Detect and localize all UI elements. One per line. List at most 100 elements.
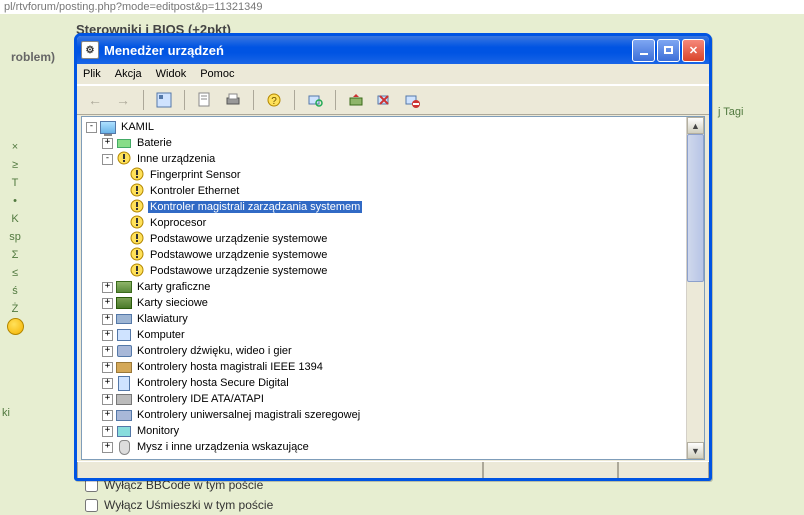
nav-forward-button[interactable]: →: [111, 88, 135, 112]
expand-toggle[interactable]: +: [102, 442, 113, 453]
tree-item[interactable]: + Baterie: [82, 135, 687, 151]
expand-toggle[interactable]: +: [102, 330, 113, 341]
expand-toggle[interactable]: +: [102, 378, 113, 389]
tree-root[interactable]: - KAMIL: [82, 119, 687, 135]
titlebar[interactable]: ⚙ Menedżer urządzeń: [77, 36, 709, 64]
tree-item-label[interactable]: Kontrolery hosta magistrali IEEE 1394: [135, 361, 325, 373]
tree-item[interactable]: Podstawowe urządzenie systemowe: [82, 231, 687, 247]
tree-item[interactable]: Fingerprint Sensor: [82, 167, 687, 183]
scroll-up-button[interactable]: ▲: [687, 117, 704, 134]
print-button[interactable]: [221, 88, 245, 112]
side-tag-link[interactable]: j Tagi: [718, 106, 743, 118]
tree-item[interactable]: + Kontrolery hosta Secure Digital: [82, 375, 687, 391]
uninstall-button[interactable]: [372, 88, 396, 112]
symbol-button[interactable]: [6, 318, 24, 336]
tree-item-label[interactable]: Fingerprint Sensor: [148, 169, 243, 181]
symbol-button[interactable]: ≥: [6, 156, 24, 174]
expand-toggle[interactable]: +: [102, 314, 113, 325]
symbol-button[interactable]: Σ: [6, 246, 24, 264]
tree-item[interactable]: Kontroler magistrali zarządzania systeme…: [82, 199, 687, 215]
nav-back-button[interactable]: ←: [83, 88, 107, 112]
device-manager-window: ⚙ Menedżer urządzeń PlikAkcjaWidokPomoc …: [74, 33, 712, 481]
tree-item[interactable]: + Kontrolery uniwersalnej magistrali szer…: [82, 407, 687, 423]
tree-item-label[interactable]: Karty sieciowe: [135, 297, 210, 309]
expand-toggle[interactable]: +: [102, 298, 113, 309]
update-driver-button[interactable]: [344, 88, 368, 112]
tree-item[interactable]: + Klawiatury: [82, 311, 687, 327]
tree-item-label[interactable]: Kontrolery uniwersalnej magistrali szere…: [135, 409, 362, 421]
symbol-button[interactable]: ×: [6, 138, 24, 156]
tree-item-label[interactable]: Monitory: [135, 425, 181, 437]
tree-item[interactable]: + Kontrolery hosta magistrali IEEE 1394: [82, 359, 687, 375]
tree-item[interactable]: Kontroler Ethernet: [82, 183, 687, 199]
symbol-button[interactable]: T: [6, 174, 24, 192]
menu-pomoc[interactable]: Pomoc: [200, 68, 234, 80]
minimize-button[interactable]: [632, 39, 655, 62]
scroll-down-button[interactable]: ▼: [687, 442, 704, 459]
symbol-button[interactable]: ś: [6, 282, 24, 300]
tree-item[interactable]: + Mysz i inne urządzenia wskazujące: [82, 439, 687, 455]
disable-button[interactable]: [400, 88, 424, 112]
properties-button[interactable]: [193, 88, 217, 112]
arrow-left-icon: ←: [88, 92, 102, 108]
disable-smilies-checkbox[interactable]: [85, 499, 98, 512]
expand-toggle[interactable]: +: [102, 362, 113, 373]
view-button[interactable]: [152, 88, 176, 112]
expand-toggle[interactable]: +: [102, 282, 113, 293]
tree-item-label[interactable]: Kontrolery dźwięku, wideo i gier: [135, 345, 294, 357]
maximize-button[interactable]: [657, 39, 680, 62]
tree-item-label[interactable]: Baterie: [135, 137, 174, 149]
tree-item[interactable]: + Karty sieciowe: [82, 295, 687, 311]
net-icon: [116, 295, 132, 311]
expand-toggle[interactable]: -: [102, 154, 113, 165]
tree-item-label[interactable]: Kontrolery IDE ATA/ATAPI: [135, 393, 266, 405]
tree-root-label[interactable]: KAMIL: [119, 121, 156, 133]
smiley-icon[interactable]: [7, 318, 24, 335]
expand-toggle[interactable]: +: [102, 346, 113, 357]
svg-text:?: ?: [271, 96, 277, 107]
symbol-button[interactable]: ≤: [6, 264, 24, 282]
tree-item-label[interactable]: Mysz i inne urządzenia wskazujące: [135, 441, 311, 453]
vertical-scrollbar[interactable]: ▲ ▼: [686, 117, 704, 459]
tree-item[interactable]: + Kontrolery IDE ATA/ATAPI: [82, 391, 687, 407]
help-button[interactable]: ?: [262, 88, 286, 112]
symbol-palette: ×≥T•KspΣ≤śŻ: [6, 138, 24, 336]
tree-item[interactable]: - Inne urządzenia: [82, 151, 687, 167]
tree-item[interactable]: Podstawowe urządzenie systemowe: [82, 263, 687, 279]
expand-toggle[interactable]: +: [102, 138, 113, 149]
tree-item-label[interactable]: Podstawowe urządzenie systemowe: [148, 249, 329, 261]
tree-item-label[interactable]: Podstawowe urządzenie systemowe: [148, 233, 329, 245]
menu-widok[interactable]: Widok: [156, 68, 187, 80]
tree-item[interactable]: Koprocesor: [82, 215, 687, 231]
tree-item-label[interactable]: Klawiatury: [135, 313, 190, 325]
symbol-button[interactable]: sp: [6, 228, 24, 246]
expand-toggle[interactable]: -: [86, 122, 97, 133]
expand-toggle[interactable]: +: [102, 426, 113, 437]
symbol-button[interactable]: Ż: [6, 300, 24, 318]
tree-item-label[interactable]: Podstawowe urządzenie systemowe: [148, 265, 329, 277]
symbol-button[interactable]: K: [6, 210, 24, 228]
symbol-button[interactable]: •: [6, 192, 24, 210]
menu-akcja[interactable]: Akcja: [115, 68, 142, 80]
tree-item[interactable]: + Karty graficzne: [82, 279, 687, 295]
device-tree[interactable]: - KAMIL + Baterie - Inne urządzenia Fingerprin…: [82, 117, 687, 459]
tree-item[interactable]: + Kontrolery dźwięku, wideo i gier: [82, 343, 687, 359]
close-button[interactable]: [682, 39, 705, 62]
tree-item-label[interactable]: Koprocesor: [148, 217, 208, 229]
tree-item[interactable]: + Monitory: [82, 423, 687, 439]
tree-item[interactable]: + Komputer: [82, 327, 687, 343]
scroll-thumb[interactable]: [687, 134, 704, 282]
tree-item-label[interactable]: Komputer: [135, 329, 187, 341]
scan-hardware-button[interactable]: [303, 88, 327, 112]
expand-toggle[interactable]: +: [102, 394, 113, 405]
toolbar-separator: [253, 90, 254, 110]
menu-plik[interactable]: Plik: [83, 68, 101, 80]
expand-toggle[interactable]: +: [102, 410, 113, 421]
tree-item-label[interactable]: Karty graficzne: [135, 281, 212, 293]
toolbar: ← → ?: [77, 85, 709, 115]
tree-item-label[interactable]: Kontrolery hosta Secure Digital: [135, 377, 291, 389]
tree-item-label[interactable]: Inne urządzenia: [135, 153, 217, 165]
tree-item-label[interactable]: Kontroler Ethernet: [148, 185, 241, 197]
tree-item-label[interactable]: Kontroler magistrali zarządzania systeme…: [148, 201, 362, 213]
tree-item[interactable]: Podstawowe urządzenie systemowe: [82, 247, 687, 263]
